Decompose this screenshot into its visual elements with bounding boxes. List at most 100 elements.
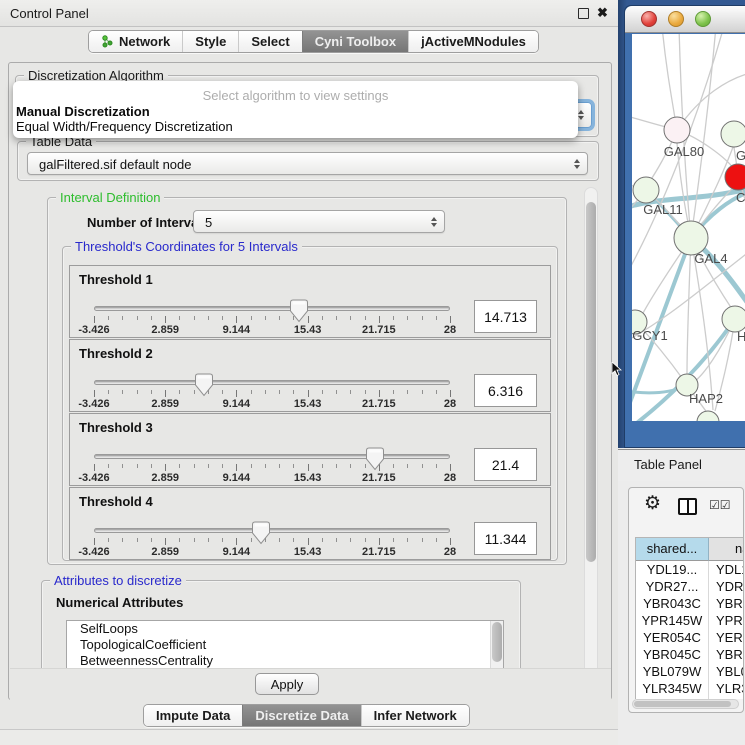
tab-label: Select [251, 34, 289, 49]
node-label: H [737, 329, 745, 344]
threshold-slider[interactable]: -3.4262.8599.14415.4321.71528 [94, 373, 450, 413]
tick-label: 9.144 [223, 398, 251, 410]
numerical-attributes-label: Numerical Attributes [56, 595, 183, 610]
tick-label: 21.715 [362, 472, 396, 484]
cyni-settings-panel: Discretization Algorithm Select algorith… [8, 62, 612, 700]
attribute-list-item[interactable]: BetweennessCentrality [67, 653, 503, 669]
slider-thumb[interactable] [366, 447, 384, 471]
table-data-combobox[interactable]: galFiltered.sif default node [27, 152, 588, 175]
threshold-panel: Threshold 1-3.4262.8599.14415.4321.71528… [69, 265, 551, 338]
tab-label: Discretize Data [255, 708, 348, 723]
node-label: GAL80 [664, 144, 704, 159]
attribute-list-item[interactable]: SelfLoops [67, 621, 503, 637]
minimize-traffic-light-button[interactable] [668, 11, 684, 27]
zoom-traffic-light-button[interactable] [695, 11, 711, 27]
scrollbar-thumb[interactable] [586, 202, 596, 562]
table-row[interactable]: YER054CYER0 [636, 629, 743, 646]
num-intervals-combobox[interactable]: 5 [193, 210, 445, 233]
tick-label: 2.859 [151, 324, 179, 336]
network-node-c[interactable] [725, 164, 745, 190]
attributes-list[interactable]: SelfLoopsTopologicalCoefficientBetweenne… [66, 620, 504, 674]
scrollbar-thumb[interactable] [492, 622, 502, 662]
tick-label: 28 [444, 472, 456, 484]
tick-label: -3.426 [78, 472, 109, 484]
slider-thumb[interactable] [252, 521, 270, 545]
network-window-titlebar[interactable] [625, 6, 745, 33]
network-node-gal[interactable] [721, 121, 745, 147]
table-data-group: Table Data galFiltered.sif default node [17, 141, 599, 181]
list-scrollbar[interactable] [490, 621, 503, 673]
table-cell: YPR1 [709, 612, 743, 629]
tab-style[interactable]: Style [182, 31, 238, 52]
threshold-slider[interactable]: -3.4262.8599.14415.4321.71528 [94, 299, 450, 339]
table-cell: YBL079W [636, 663, 709, 680]
table-cell: YLR3 [709, 680, 743, 697]
node-label: GAL [736, 148, 745, 163]
control-panel: Control Panel ✖ Network Style Select Cyni T… [0, 0, 618, 745]
tab-label: Infer Network [374, 708, 457, 723]
close-panel-icon[interactable]: ✖ [597, 5, 608, 21]
table-panel-body: ⚙ ☑☑ shared...na YDL19...YDL1YDR27...YDR… [628, 487, 744, 713]
threshold-slider[interactable]: -3.4262.8599.14415.4321.71528 [94, 447, 450, 487]
scrollbar-thumb[interactable] [634, 701, 731, 707]
tick-label: 15.43 [294, 398, 322, 410]
slider-thumb[interactable] [195, 373, 213, 397]
table-row[interactable]: YLR345WYLR3 [636, 680, 743, 697]
gear-icon[interactable]: ⚙ [644, 493, 661, 515]
network-node-gal11[interactable] [633, 177, 659, 203]
threshold-value-field[interactable]: 11.344 [474, 522, 537, 555]
tab-select[interactable]: Select [238, 31, 301, 52]
table-hscrollbar[interactable] [632, 699, 739, 709]
tab-network[interactable]: Network [89, 31, 182, 52]
node-label: GCY1 [632, 328, 667, 343]
split-columns-icon[interactable] [678, 498, 697, 515]
threshold-panel: Threshold 3 -3.4262.8599.14415.4321.71528… [69, 413, 551, 486]
tab-discretize-data[interactable]: Discretize Data [242, 705, 360, 726]
threshold-label: Threshold 2 [79, 346, 153, 361]
table-row[interactable]: YBR043CYBR0 [636, 595, 743, 612]
network-node-gal80[interactable] [664, 117, 690, 143]
tick-label: 9.144 [223, 324, 251, 336]
table-cell: YBR045C [636, 646, 709, 663]
threshold-value-field[interactable]: 21.4 [474, 448, 537, 481]
tab-impute-data[interactable]: Impute Data [144, 705, 242, 726]
threshold-slider[interactable]: -3.4262.8599.14415.4321.71528 [94, 521, 450, 561]
tick-label: 28 [444, 398, 456, 410]
thresholds-group: Threshold's Coordinates for 5 Intervals … [62, 246, 558, 561]
dropdown-option-manual-discretization[interactable]: Manual Discretization [16, 104, 150, 119]
apply-button[interactable]: Apply [255, 673, 319, 695]
threshold-label: Threshold 3 [79, 420, 153, 435]
threshold-value-field[interactable]: 6.316 [474, 374, 537, 407]
network-node-gal4[interactable] [674, 221, 708, 255]
table-row[interactable]: YBR045CYBR0 [636, 646, 743, 663]
tab-jactivemnodules[interactable]: jActiveMNodules [408, 31, 538, 52]
column-header[interactable]: na [709, 538, 743, 561]
panel-scrollbar[interactable] [584, 187, 598, 699]
table-row[interactable]: YPR145WYPR1 [636, 612, 743, 629]
table-row[interactable]: YBL079WYBL0 [636, 663, 743, 680]
interval-definition-group: Interval Definition Number of Intervals … [47, 197, 567, 565]
group-title: Interval Definition [56, 190, 164, 205]
tick-label: 28 [444, 546, 456, 558]
tab-infer-network[interactable]: Infer Network [361, 705, 469, 726]
float-window-icon[interactable] [578, 8, 589, 19]
panel-title: Control Panel [10, 6, 89, 21]
threshold-value-field[interactable]: 14.713 [474, 300, 537, 333]
table-cell: YDL19... [636, 561, 709, 578]
tab-label: Network [119, 34, 170, 49]
table-cell: YDR27... [636, 578, 709, 595]
table-row[interactable]: YDR27...YDR2 [636, 578, 743, 595]
column-header[interactable]: shared... [636, 538, 709, 561]
tick-label: -3.426 [78, 398, 109, 410]
network-node[interactable] [697, 411, 719, 421]
checkbox-icons[interactable]: ☑☑ [709, 498, 731, 512]
tab-cyni-toolbox[interactable]: Cyni Toolbox [302, 31, 408, 52]
dropdown-option-equal-width-frequency[interactable]: Equal Width/Frequency Discretization [16, 119, 233, 134]
close-traffic-light-button[interactable] [641, 11, 657, 27]
control-panel-titlebar: Control Panel ✖ [0, 0, 618, 27]
table-row[interactable]: YDL19...YDL1 [636, 561, 743, 578]
network-canvas[interactable]: GAL80GALCGAL11GAL4GCY1HHAP2 [632, 34, 745, 421]
slider-thumb[interactable] [290, 299, 308, 323]
attribute-list-item[interactable]: TopologicalCoefficient [67, 637, 503, 653]
group-title: Attributes to discretize [50, 573, 186, 588]
